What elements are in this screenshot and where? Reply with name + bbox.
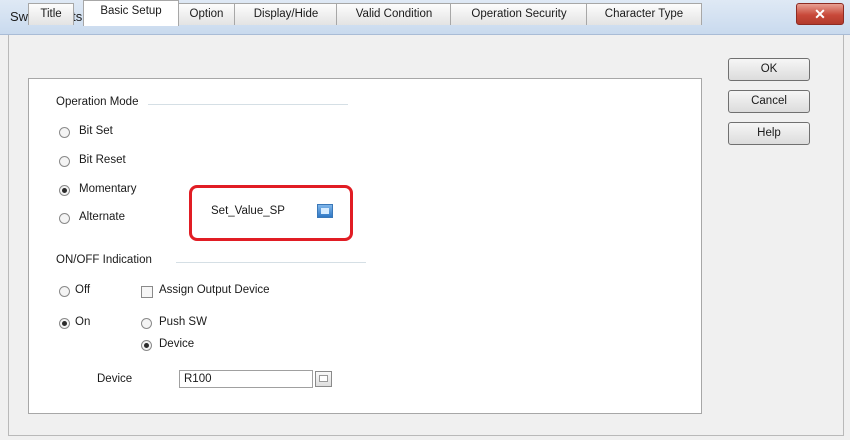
tab-basic-setup[interactable]: Basic Setup bbox=[83, 0, 179, 26]
radio-off[interactable] bbox=[59, 286, 70, 297]
close-button[interactable]: ✕ bbox=[796, 3, 844, 25]
onoff-divider bbox=[176, 262, 366, 263]
operation-mode-heading: Operation Mode bbox=[56, 96, 139, 108]
radio-alternate[interactable] bbox=[59, 213, 70, 224]
tab-character-type[interactable]: Character Type bbox=[586, 3, 702, 25]
radio-bit-set[interactable] bbox=[59, 127, 70, 138]
tab-title[interactable]: Title bbox=[28, 3, 74, 25]
operation-mode-divider bbox=[148, 104, 348, 105]
device-input[interactable]: R100 bbox=[179, 370, 313, 388]
ok-button[interactable]: OK bbox=[728, 58, 810, 81]
radio-push-sw[interactable] bbox=[141, 318, 152, 329]
assign-output-device-label: Assign Output Device bbox=[159, 284, 270, 296]
tab-option[interactable]: Option bbox=[177, 3, 236, 25]
radio-alternate-label: Alternate bbox=[79, 211, 126, 223]
tab-valid-condition[interactable]: Valid Condition bbox=[336, 3, 452, 25]
browse-icon[interactable] bbox=[315, 371, 332, 387]
basic-setup-panel bbox=[28, 78, 702, 414]
radio-bit-set-label: Bit Set bbox=[79, 125, 113, 137]
dialog-window: Switch Parts No.0 ✕ Title Basic Setup Op… bbox=[0, 0, 850, 440]
onoff-heading: ON/OFF Indication bbox=[56, 254, 152, 266]
tab-display-hide[interactable]: Display/Hide bbox=[234, 3, 338, 25]
radio-momentary[interactable] bbox=[59, 185, 70, 196]
operation-device-value[interactable]: Set_Value_SP bbox=[211, 205, 285, 217]
help-button[interactable]: Help bbox=[728, 122, 810, 145]
radio-push-sw-label: Push SW bbox=[159, 316, 207, 328]
radio-bit-reset[interactable] bbox=[59, 156, 70, 167]
tab-operation-security[interactable]: Operation Security bbox=[450, 3, 588, 25]
browse-blue-icon[interactable] bbox=[317, 204, 333, 218]
device-field-label: Device bbox=[97, 373, 133, 385]
radio-device-label: Device bbox=[159, 338, 195, 350]
radio-device[interactable] bbox=[141, 340, 152, 351]
radio-on-label: On bbox=[75, 316, 91, 328]
radio-off-label: Off bbox=[75, 284, 91, 296]
cancel-button[interactable]: Cancel bbox=[728, 90, 810, 113]
radio-momentary-label: Momentary bbox=[79, 183, 137, 195]
assign-output-device-checkbox[interactable] bbox=[141, 286, 153, 298]
radio-bit-reset-label: Bit Reset bbox=[79, 154, 126, 166]
radio-on[interactable] bbox=[59, 318, 70, 329]
